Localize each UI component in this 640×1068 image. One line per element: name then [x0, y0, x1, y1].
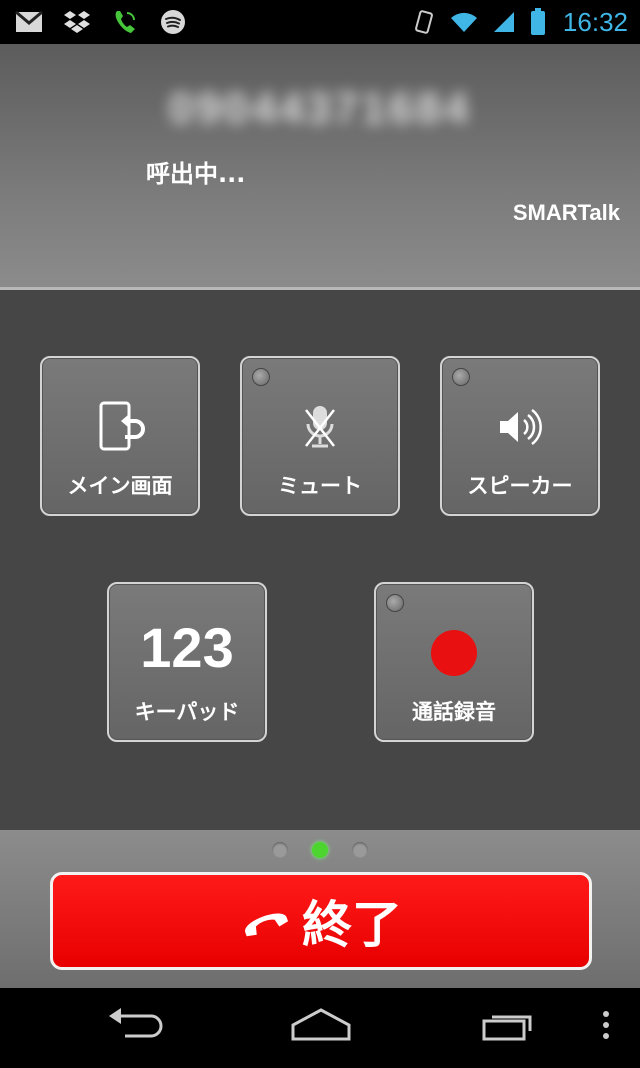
home-button[interactable] — [285, 1002, 357, 1052]
spotify-icon — [158, 9, 188, 35]
battery-icon — [529, 8, 547, 35]
keypad-button[interactable]: 123 キーパッド — [107, 582, 267, 742]
gmail-icon — [14, 9, 44, 35]
page-dot[interactable] — [272, 842, 288, 858]
system-icons: 16:32 — [409, 7, 628, 38]
return-to-main-icon — [42, 392, 198, 462]
phone-call-icon — [110, 9, 140, 35]
main-screen-label: メイン画面 — [67, 474, 173, 498]
menu-icon — [602, 1010, 610, 1044]
end-call-label: 終了 — [302, 896, 402, 954]
record-icon — [376, 618, 532, 688]
page-dot[interactable] — [352, 842, 368, 858]
notification-icons — [14, 9, 188, 35]
caller-number: 09044371684 — [168, 84, 472, 133]
wifi-icon — [449, 9, 479, 35]
record-call-button[interactable]: 通話録音 — [374, 582, 534, 742]
mute-button[interactable]: ミュート — [240, 356, 400, 516]
status-bar: 16:32 — [0, 0, 640, 44]
caller-header: 09044371684 呼出中... SMARTalk — [0, 44, 640, 290]
back-icon — [105, 1008, 165, 1046]
keypad-icon: 123 — [109, 612, 265, 682]
app-name: SMARTalk — [512, 200, 620, 225]
mute-label: ミュート — [278, 474, 362, 498]
call-controls-panel: メイン画面 ミュート スピーカー 123 キーパッド 通話録音 — [0, 290, 640, 830]
recent-apps-button[interactable] — [476, 1002, 542, 1052]
back-button[interactable] — [100, 1002, 170, 1052]
hang-up-icon — [240, 901, 292, 941]
main-screen-button[interactable]: メイン画面 — [40, 356, 200, 516]
page-dot-active[interactable] — [312, 842, 328, 858]
speaker-button[interactable]: スピーカー — [440, 356, 600, 516]
call-footer: 終了 — [0, 830, 640, 988]
end-call-button[interactable]: 終了 — [50, 872, 592, 970]
vibrate-icon — [409, 9, 439, 35]
speaker-label: スピーカー — [467, 474, 573, 498]
recent-apps-icon — [480, 1007, 538, 1047]
navigation-bar — [0, 988, 640, 1068]
mute-indicator — [252, 368, 270, 386]
home-icon — [289, 1007, 353, 1047]
keypad-label: キーパッド — [134, 700, 240, 724]
call-status: 呼出中... — [146, 160, 246, 188]
signal-icon — [489, 9, 519, 35]
speaker-indicator — [452, 368, 470, 386]
record-indicator — [386, 594, 404, 612]
menu-button[interactable] — [594, 1002, 618, 1052]
speaker-icon — [442, 392, 598, 462]
mic-muted-icon — [242, 392, 398, 462]
record-call-label: 通話録音 — [412, 700, 496, 724]
dropbox-icon — [62, 9, 92, 35]
status-clock: 16:32 — [562, 6, 628, 37]
page-indicator — [0, 842, 640, 858]
keypad-number: 123 — [140, 615, 234, 679]
